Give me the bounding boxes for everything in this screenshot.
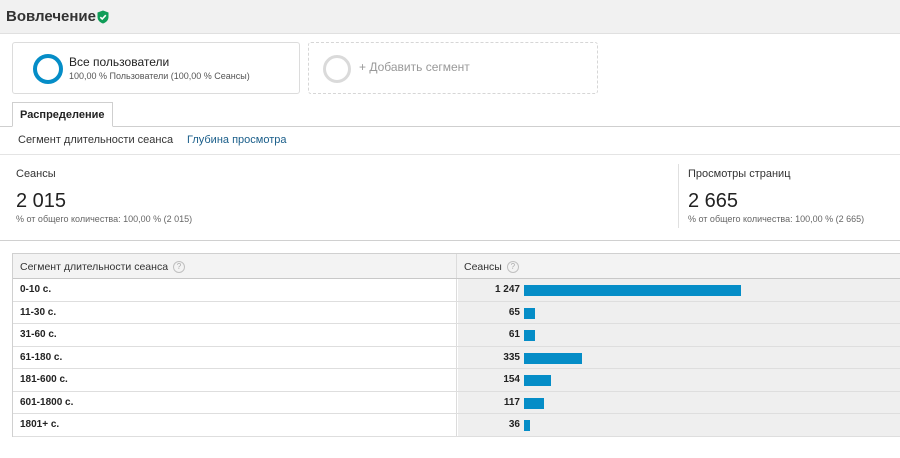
row-segment-label: 181-600 с. bbox=[20, 374, 68, 385]
row-sessions-bar bbox=[524, 375, 551, 386]
row-segment-label: 11-30 с. bbox=[20, 306, 57, 318]
tab-divider bbox=[0, 126, 900, 127]
row-sessions-bar bbox=[524, 397, 544, 409]
data-table: Сегмент длительности сеанса? Сеансы? 0-1… bbox=[12, 253, 900, 437]
page-title: Вовлечение bbox=[6, 8, 96, 25]
verified-shield-icon bbox=[97, 10, 109, 24]
metric-sessions-pct: % от общего количества: 100,00 % (2 015) bbox=[16, 214, 193, 224]
row-sessions-bar bbox=[524, 420, 530, 431]
add-segment-label: + Добавить сегмент bbox=[359, 60, 470, 74]
segment-all-users[interactable]: Все пользователи 100,00 % Пользователи (… bbox=[12, 42, 300, 94]
segment-stats: 100,00 % Пользователи (100,00 % Сеансы) bbox=[69, 71, 250, 81]
metrics-divider bbox=[0, 240, 900, 241]
row-sessions-bar bbox=[524, 307, 535, 319]
metric-pageviews-value: 2 665 bbox=[688, 190, 739, 212]
table-row: 181-600 с. 154 bbox=[13, 369, 900, 392]
subnav-page-depth-link[interactable]: Глубина просмотра bbox=[187, 134, 286, 146]
help-icon[interactable]: ? bbox=[506, 261, 519, 274]
metric-sessions-label: Сеансы bbox=[16, 168, 56, 180]
row-segment-label: 0-10 с. bbox=[20, 284, 52, 295]
row-sessions-bar bbox=[524, 330, 535, 341]
row-sessions-value: 65 bbox=[508, 306, 520, 318]
table-row: 61-180 с. 335 bbox=[13, 346, 900, 369]
row-sessions-value: 1 247 bbox=[494, 284, 520, 295]
table-row: 601-1800 с. 117 bbox=[13, 391, 900, 414]
subnav-session-duration[interactable]: Сегмент длительности сеанса bbox=[18, 134, 173, 146]
help-icon[interactable]: ? bbox=[173, 261, 186, 274]
row-sessions-value: 154 bbox=[503, 374, 520, 385]
row-segment-label: 601-1800 с. bbox=[20, 396, 74, 408]
table-row: 0-10 с. 1 247 bbox=[13, 279, 900, 302]
subnav-divider bbox=[0, 154, 900, 155]
segment-name: Все пользователи bbox=[69, 55, 170, 69]
row-sessions-bar bbox=[524, 285, 741, 296]
segment-ring-icon bbox=[33, 54, 63, 84]
metric-pageviews-label: Просмотры страниц bbox=[688, 168, 791, 180]
row-sessions-value: 61 bbox=[508, 329, 520, 340]
row-sessions-value: 335 bbox=[503, 351, 520, 363]
metric-sessions-value: 2 015 bbox=[16, 190, 67, 212]
row-segment-label: 31-60 с. bbox=[20, 329, 57, 340]
metric-separator bbox=[678, 164, 679, 228]
row-segment-label: 61-180 с. bbox=[20, 351, 63, 363]
tab-distribution[interactable]: Распределение bbox=[12, 102, 113, 127]
row-sessions-bar bbox=[524, 352, 582, 364]
column-header-sessions[interactable]: Сеансы? bbox=[464, 261, 519, 274]
row-sessions-value: 117 bbox=[503, 396, 520, 408]
table-row: 1801+ с. 36 bbox=[13, 414, 900, 437]
column-header-segment[interactable]: Сегмент длительности сеанса? bbox=[20, 261, 186, 274]
table-row: 31-60 с. 61 bbox=[13, 324, 900, 347]
empty-segment-ring-icon bbox=[323, 55, 351, 83]
table-row: 11-30 с. 65 bbox=[13, 301, 900, 324]
add-segment-button[interactable]: + Добавить сегмент bbox=[308, 42, 598, 94]
report-header: Вовлечение bbox=[0, 0, 900, 34]
row-sessions-value: 36 bbox=[508, 419, 520, 430]
table-header-row: Сегмент длительности сеанса? Сеансы? bbox=[13, 254, 900, 279]
metric-pageviews-pct: % от общего количества: 100,00 % (2 665) bbox=[688, 214, 865, 224]
row-segment-label: 1801+ с. bbox=[20, 419, 60, 430]
